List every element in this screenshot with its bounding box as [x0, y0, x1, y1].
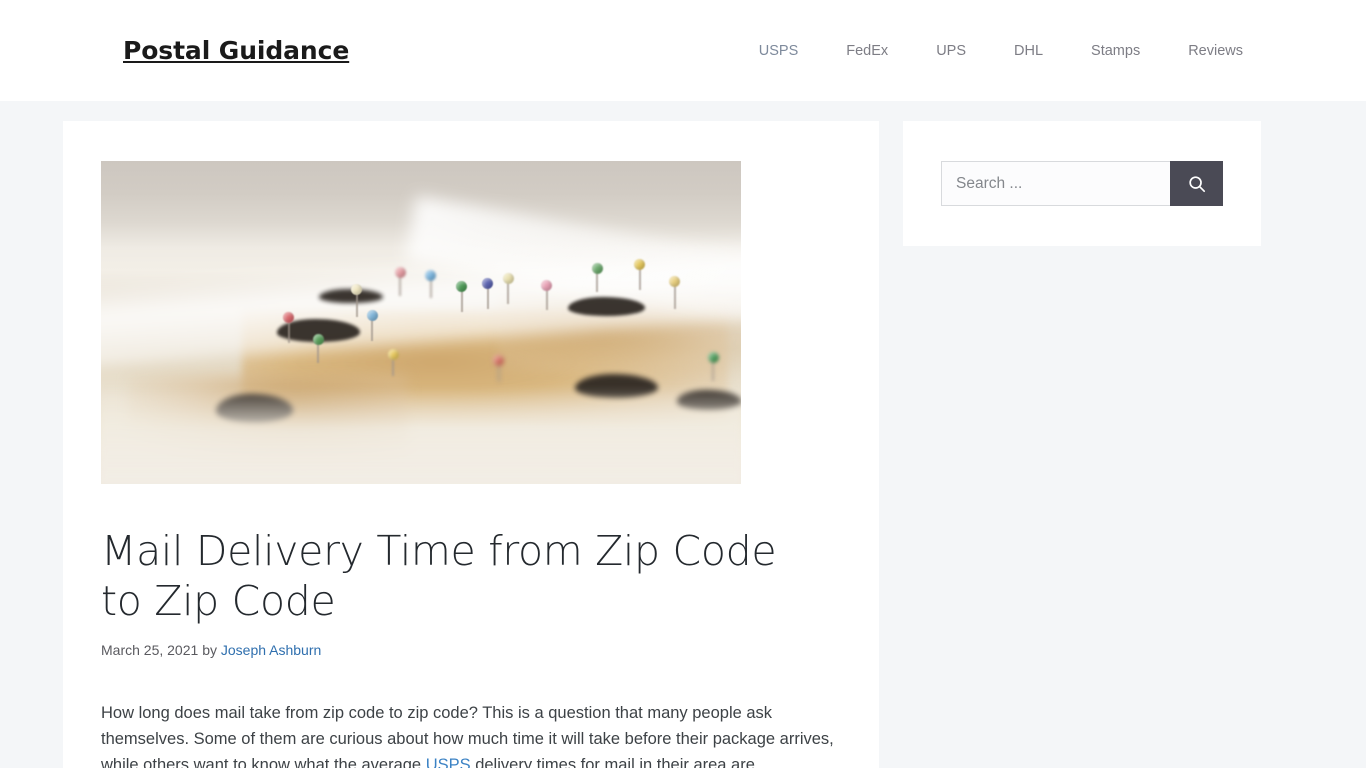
map-pin [366, 310, 378, 342]
nav-item-dhl[interactable]: DHL [990, 37, 1067, 65]
site-header: Postal Guidance USPS FedEx UPS DHL Stamp… [0, 0, 1366, 101]
map-pin [425, 269, 437, 298]
article-hero-image [101, 161, 741, 484]
map-pin [283, 311, 295, 343]
map-pin [502, 273, 514, 305]
paragraph-text-end: delivery times for mail in their area ar… [470, 756, 760, 768]
sidebar [903, 121, 1261, 246]
meta-by-label: by [202, 642, 217, 659]
search-submit-button[interactable] [1170, 161, 1223, 206]
map-pin [456, 281, 468, 313]
page-wrapper: Mail Delivery Time from Zip Code to Zip … [63, 101, 1303, 768]
main-navigation: USPS FedEx UPS DHL Stamps Reviews [735, 37, 1243, 65]
map-pin [634, 258, 646, 290]
search-form [941, 161, 1223, 206]
hero-foreground-blur [101, 387, 741, 484]
site-title[interactable]: Postal Guidance [123, 36, 349, 65]
entry-meta: March 25, 2021 by Joseph Ashburn [101, 642, 841, 658]
map-pin [541, 279, 553, 310]
nav-item-reviews[interactable]: Reviews [1164, 37, 1243, 65]
map-pin [351, 284, 363, 318]
nav-item-usps[interactable]: USPS [735, 37, 823, 65]
header-inner: Postal Guidance USPS FedEx UPS DHL Stamp… [103, 36, 1263, 65]
nav-item-stamps[interactable]: Stamps [1067, 37, 1164, 65]
map-pin [591, 263, 603, 293]
nav-item-fedex[interactable]: FedEx [822, 37, 912, 65]
post-date: March 25, 2021 [101, 642, 199, 659]
main-content-card: Mail Delivery Time from Zip Code to Zip … [63, 121, 879, 768]
nav-item-ups[interactable]: UPS [912, 37, 990, 65]
map-pin [669, 276, 681, 310]
map-pin [493, 355, 505, 383]
map-pin [387, 349, 399, 377]
usps-inline-link[interactable]: USPS [426, 756, 471, 768]
post-author-link[interactable]: Joseph Ashburn [221, 642, 321, 658]
page-title: Mail Delivery Time from Zip Code to Zip … [101, 527, 777, 626]
search-input[interactable] [941, 161, 1170, 206]
map-pin [707, 352, 719, 382]
article-paragraph: How long does mail take from zip code to… [101, 700, 836, 768]
map-pin [394, 266, 406, 296]
map-pin [482, 277, 494, 309]
hero-dark-object [568, 296, 645, 317]
search-icon [1188, 175, 1206, 193]
map-pin [312, 334, 324, 364]
